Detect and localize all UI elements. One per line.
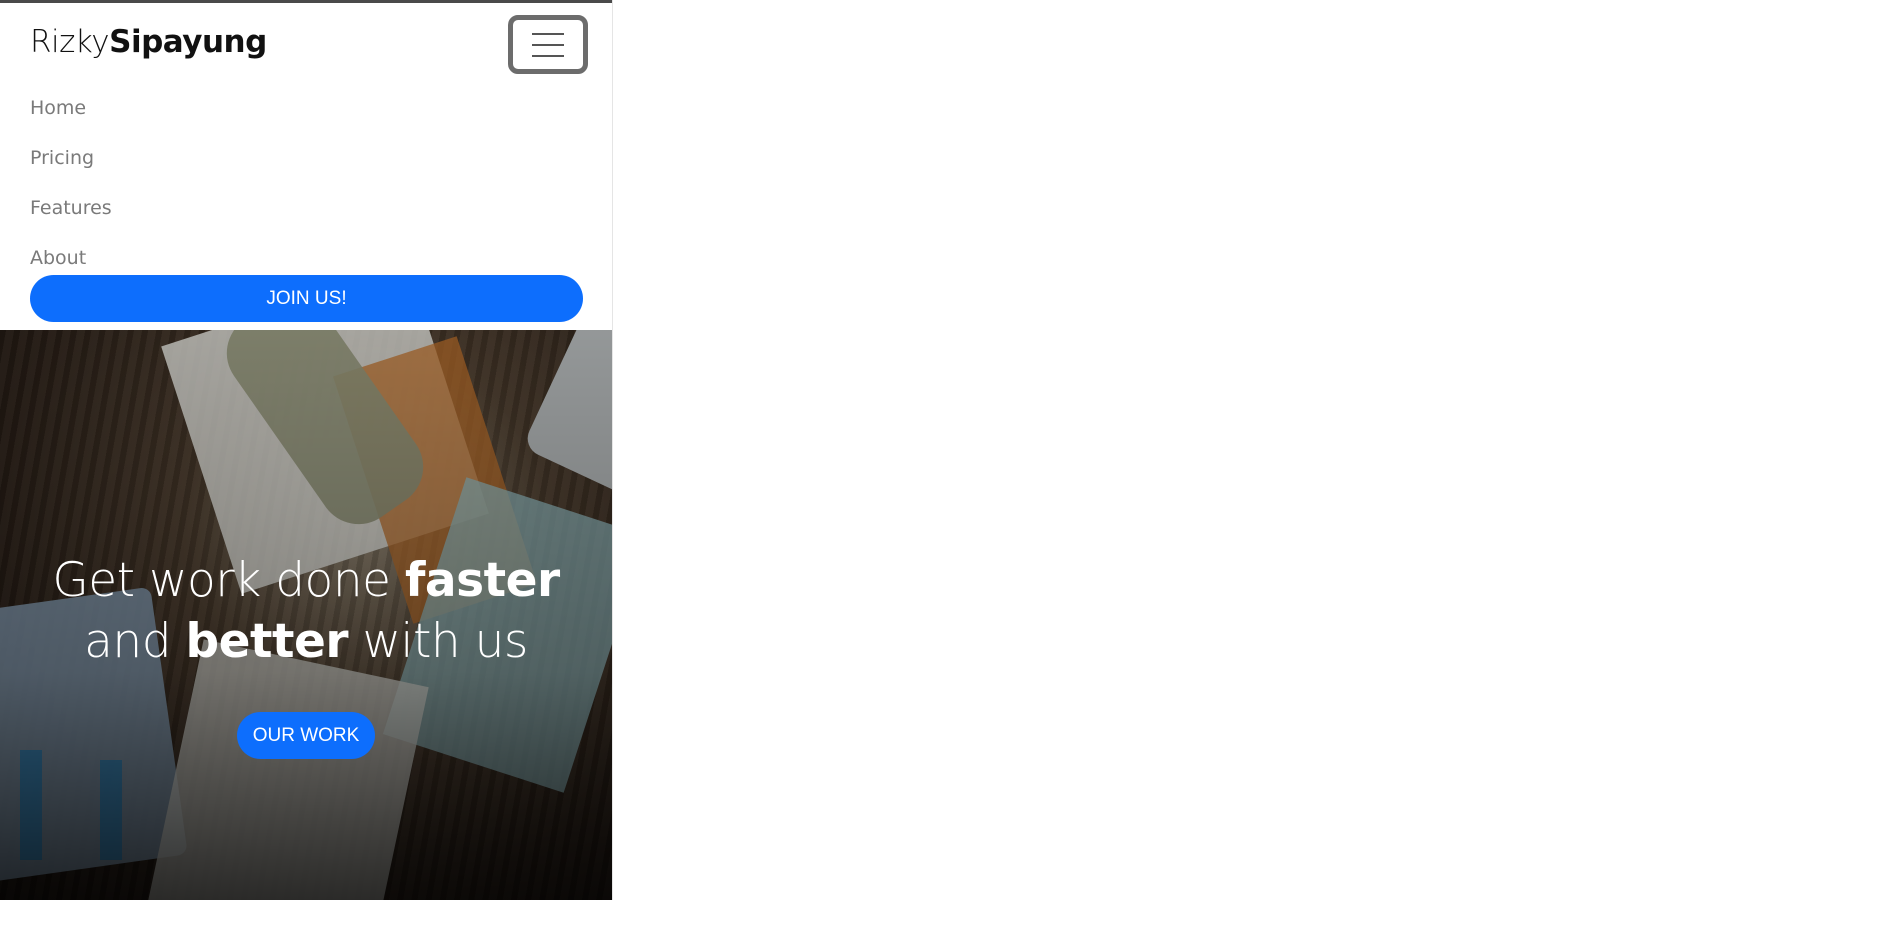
navbar-toggler-button[interactable] — [508, 15, 588, 74]
hero-title-text: with us — [348, 614, 528, 669]
brand-logo[interactable]: RizkySipayung — [30, 24, 267, 60]
nav-menu: Home Pricing Features About — [30, 83, 112, 283]
join-us-button[interactable]: JOIN US! — [30, 275, 583, 322]
navbar: RizkySipayung Home Pricing Features Abou… — [0, 3, 612, 330]
brand-first-name: Rizky — [30, 24, 110, 60]
hero-section: Get work done faster and better with us … — [0, 330, 612, 900]
nav-link-features[interactable]: Features — [30, 183, 112, 233]
hero-title: Get work done faster and better with us — [0, 550, 612, 672]
hero-title-text: Get work done — [52, 553, 405, 608]
nav-link-pricing[interactable]: Pricing — [30, 133, 112, 183]
nav-link-home[interactable]: Home — [30, 83, 112, 133]
hero-title-text: and — [84, 614, 186, 669]
hamburger-icon — [532, 54, 564, 57]
page: RizkySipayung Home Pricing Features Abou… — [0, 0, 1897, 937]
hamburger-icon — [532, 43, 564, 46]
our-work-button[interactable]: OUR WORK — [236, 712, 376, 759]
hero-content: Get work done faster and better with us … — [0, 550, 612, 759]
hamburger-icon — [532, 32, 564, 35]
brand-last-name: Sipayung — [109, 24, 267, 60]
hero-title-emphasis: faster — [404, 553, 560, 608]
website-viewport: RizkySipayung Home Pricing Features Abou… — [0, 0, 613, 900]
hero-title-emphasis: better — [185, 614, 348, 669]
